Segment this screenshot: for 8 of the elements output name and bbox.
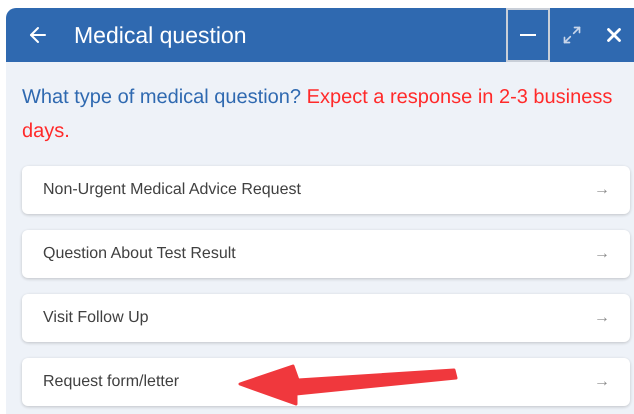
window-title: Medical question — [74, 20, 247, 50]
question-text: What type of medical question? Expect a response in 2-3 business days. — [22, 85, 614, 144]
option-card[interactable]: Question About Test Result → — [22, 230, 630, 278]
option-card[interactable]: Visit Follow Up → — [22, 294, 630, 342]
expand-icon — [562, 25, 582, 45]
option-card[interactable]: Non-Urgent Medical Advice Request → — [22, 166, 630, 214]
minimize-icon — [520, 34, 536, 36]
minimize-button[interactable] — [506, 8, 550, 62]
